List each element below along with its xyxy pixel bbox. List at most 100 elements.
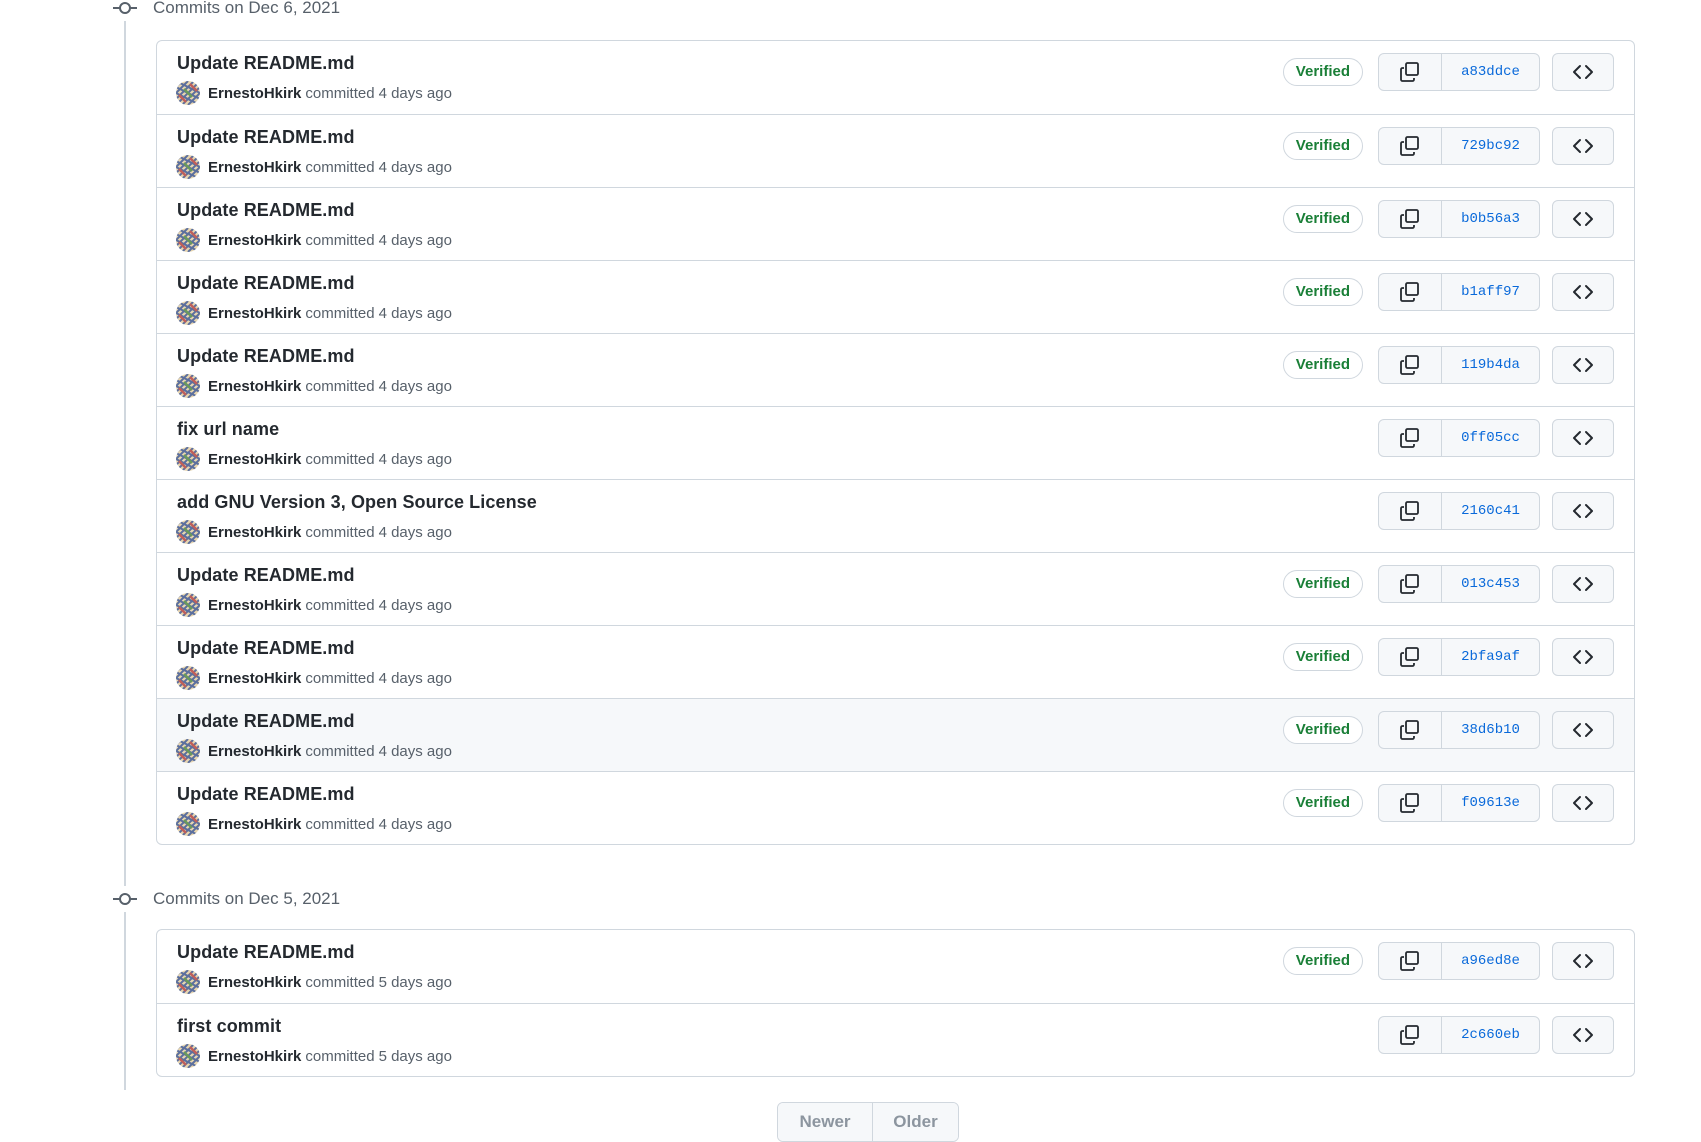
browse-repository-button[interactable]	[1552, 346, 1614, 384]
commit-sha-link[interactable]: 2bfa9af	[1442, 639, 1539, 675]
commit-author-link[interactable]: ErnestoHkirk	[208, 305, 301, 322]
commit-message-link[interactable]: fix url name	[177, 419, 279, 440]
commit-author-link[interactable]: ErnestoHkirk	[208, 524, 301, 541]
verified-badge[interactable]: Verified	[1282, 789, 1363, 817]
identicon-avatar[interactable]	[176, 81, 200, 105]
newer-button[interactable]: Newer	[778, 1103, 873, 1141]
browse-repository-button[interactable]	[1552, 53, 1614, 91]
commit-author-link[interactable]: ErnestoHkirk	[208, 974, 301, 991]
verified-badge[interactable]: Verified	[1282, 351, 1363, 379]
copy-sha-button[interactable]	[1379, 712, 1442, 748]
commit-sha-link[interactable]: b0b56a3	[1442, 201, 1539, 237]
commit-sha-link[interactable]: b1aff97	[1442, 274, 1539, 310]
commit-verb: committed	[305, 596, 375, 614]
identicon-avatar[interactable]	[176, 1044, 200, 1068]
copy-sha-button[interactable]	[1379, 943, 1442, 979]
commit-author-link[interactable]: ErnestoHkirk	[208, 232, 301, 249]
commit-author-link[interactable]: ErnestoHkirk	[208, 597, 301, 614]
copy-icon	[1399, 1024, 1421, 1046]
commit-message-link[interactable]: Update README.md	[177, 273, 355, 294]
commit-message-link[interactable]: add GNU Version 3, Open Source License	[177, 492, 537, 513]
older-button[interactable]: Older	[873, 1103, 958, 1141]
commit-sha-link[interactable]: 729bc92	[1442, 128, 1539, 164]
commit-sha-link[interactable]: a96ed8e	[1442, 943, 1539, 979]
browse-repository-button[interactable]	[1552, 492, 1614, 530]
commit-author-link[interactable]: ErnestoHkirk	[208, 816, 301, 833]
commit-author-link[interactable]: ErnestoHkirk	[208, 378, 301, 395]
verified-badge[interactable]: Verified	[1282, 132, 1363, 160]
commit-meta: ErnestoHkirk committed 4 days ago	[176, 739, 452, 763]
identicon-avatar[interactable]	[176, 447, 200, 471]
commit-sha-link[interactable]: 2160c41	[1442, 493, 1539, 529]
browse-repository-button[interactable]	[1552, 273, 1614, 311]
verified-badge[interactable]: Verified	[1282, 58, 1363, 86]
browse-repository-button[interactable]	[1552, 565, 1614, 603]
copy-sha-button[interactable]	[1379, 566, 1442, 602]
commit-message-link[interactable]: Update README.md	[177, 127, 355, 148]
identicon-avatar[interactable]	[176, 970, 200, 994]
verified-badge[interactable]: Verified	[1282, 947, 1363, 975]
commit-message-link[interactable]: Update README.md	[177, 565, 355, 586]
commit-message-link[interactable]: Update README.md	[177, 784, 355, 805]
commit-sha-link[interactable]: 0ff05cc	[1442, 420, 1539, 456]
commit-verb: committed	[305, 742, 375, 760]
commit-author-link[interactable]: ErnestoHkirk	[208, 1048, 301, 1065]
commit-message-link[interactable]: Update README.md	[177, 711, 355, 732]
verified-badge[interactable]: Verified	[1282, 716, 1363, 744]
commit-author-link[interactable]: ErnestoHkirk	[208, 743, 301, 760]
commit-message-link[interactable]: Update README.md	[177, 346, 355, 367]
identicon-avatar[interactable]	[176, 228, 200, 252]
copy-sha-button[interactable]	[1379, 201, 1442, 237]
copy-sha-button[interactable]	[1379, 128, 1442, 164]
commit-sha-link[interactable]: 38d6b10	[1442, 712, 1539, 748]
identicon-avatar[interactable]	[176, 301, 200, 325]
verified-badge[interactable]: Verified	[1282, 643, 1363, 671]
commit-message-link[interactable]: Update README.md	[177, 53, 355, 74]
commit-author-link[interactable]: ErnestoHkirk	[208, 159, 301, 176]
commit-sha-link[interactable]: a83ddce	[1442, 54, 1539, 90]
browse-repository-button[interactable]	[1552, 711, 1614, 749]
copy-icon	[1399, 208, 1421, 230]
copy-sha-button[interactable]	[1379, 1017, 1442, 1053]
identicon-avatar[interactable]	[176, 666, 200, 690]
identicon-avatar[interactable]	[176, 739, 200, 763]
copy-sha-button[interactable]	[1379, 347, 1442, 383]
copy-sha-button[interactable]	[1379, 420, 1442, 456]
commit-sha-button-group: a96ed8e	[1378, 942, 1540, 980]
browse-repository-button[interactable]	[1552, 200, 1614, 238]
commit-row: add GNU Version 3, Open Source License Er…	[157, 479, 1634, 552]
copy-sha-button[interactable]	[1379, 639, 1442, 675]
commit-message-link[interactable]: Update README.md	[177, 942, 355, 963]
commit-author-link[interactable]: ErnestoHkirk	[208, 85, 301, 102]
verified-badge[interactable]: Verified	[1282, 570, 1363, 598]
browse-repository-button[interactable]	[1552, 419, 1614, 457]
identicon-avatar[interactable]	[176, 374, 200, 398]
browse-repository-button[interactable]	[1552, 784, 1614, 822]
commit-author-link[interactable]: ErnestoHkirk	[208, 670, 301, 687]
commit-sha-link[interactable]: f09613e	[1442, 785, 1539, 821]
browse-repository-button[interactable]	[1552, 1016, 1614, 1054]
commit-sha-button-group: 119b4da	[1378, 346, 1540, 384]
identicon-avatar[interactable]	[176, 812, 200, 836]
browse-repository-button[interactable]	[1552, 942, 1614, 980]
copy-sha-button[interactable]	[1379, 493, 1442, 529]
commit-sha-link[interactable]: 2c660eb	[1442, 1017, 1539, 1053]
browse-repository-button[interactable]	[1552, 127, 1614, 165]
identicon-avatar[interactable]	[176, 520, 200, 544]
verified-badge[interactable]: Verified	[1282, 205, 1363, 233]
copy-sha-button[interactable]	[1379, 785, 1442, 821]
copy-sha-button[interactable]	[1379, 274, 1442, 310]
commit-group-header: Commits on Dec 5, 2021	[112, 886, 340, 912]
browse-repository-button[interactable]	[1552, 638, 1614, 676]
verified-badge[interactable]: Verified	[1282, 278, 1363, 306]
identicon-avatar[interactable]	[176, 593, 200, 617]
identicon-avatar[interactable]	[176, 155, 200, 179]
commit-sha-link[interactable]: 013c453	[1442, 566, 1539, 602]
commit-message-link[interactable]: Update README.md	[177, 638, 355, 659]
commit-message-link[interactable]: Update README.md	[177, 200, 355, 221]
commit-message-link[interactable]: first commit	[177, 1016, 281, 1037]
commit-sha-link[interactable]: 119b4da	[1442, 347, 1539, 383]
code-icon	[1572, 427, 1594, 449]
copy-sha-button[interactable]	[1379, 54, 1442, 90]
commit-author-link[interactable]: ErnestoHkirk	[208, 451, 301, 468]
